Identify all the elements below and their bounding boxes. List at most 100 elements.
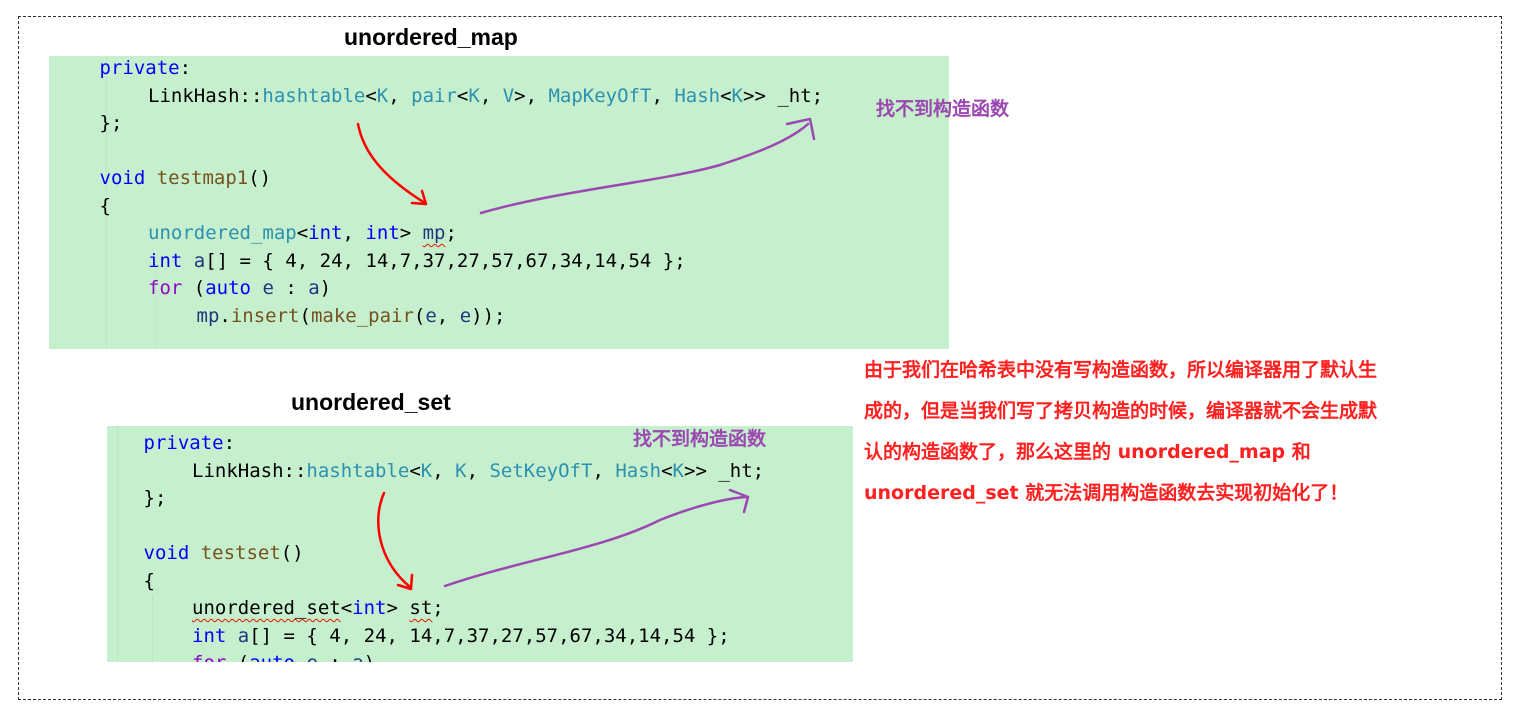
explanation-line: 成的，但是当我们写了拷贝构造的时候，编译器就不会生成默 xyxy=(864,400,1378,422)
code-token: , xyxy=(592,459,616,482)
code-line: void testmap1() xyxy=(100,165,272,192)
code-token: LinkHash:: xyxy=(148,84,263,107)
code-token: a xyxy=(352,652,363,662)
code-line: unordered_map<int, int> mp; xyxy=(148,220,457,247)
code-token: hashtable xyxy=(306,459,410,482)
code-line: for (auto e : a) xyxy=(148,275,331,302)
code-token: () xyxy=(280,542,304,564)
code-token: ) xyxy=(319,277,332,299)
code-token: ; xyxy=(432,597,444,619)
code-token: ; xyxy=(445,222,457,244)
code-token: void xyxy=(143,542,190,564)
code-line: for (auto e : a) xyxy=(192,650,375,662)
code-token: SetKeyOfT xyxy=(489,459,593,482)
code-token: e xyxy=(306,652,317,662)
code-line: }; xyxy=(144,485,167,512)
code-token: K xyxy=(672,459,684,482)
code-token: a xyxy=(308,277,320,299)
code-token: , xyxy=(388,84,412,107)
code-token: a xyxy=(237,624,250,647)
code-token: >, xyxy=(514,84,549,107)
code-token: < xyxy=(296,222,309,244)
explanation-line: 由于我们在哈希表中没有写构造函数，所以编译器用了默认生 xyxy=(864,359,1378,381)
code-token: ( xyxy=(413,304,426,327)
code-token: [] = { 4, 24, 14,7,37,27,57,67,34,14,54 … xyxy=(205,249,686,272)
code-token: }; xyxy=(99,112,123,134)
code-token: < xyxy=(456,84,469,107)
code-token: , xyxy=(432,459,456,482)
code-token: >> _ht; xyxy=(684,459,765,482)
code-token: < xyxy=(720,84,732,107)
code-line: int a[] = { 4, 24, 14,7,37,27,57,67,34,1… xyxy=(192,623,730,650)
code-token: unordered_map xyxy=(148,222,297,244)
code-token: testmap1 xyxy=(156,167,249,189)
map-section-title: unordered_map xyxy=(344,24,518,50)
code-line: { xyxy=(100,193,111,220)
code-token: int xyxy=(308,222,343,244)
code-token: mp xyxy=(196,304,220,327)
code-token: Hash xyxy=(615,459,662,482)
code-token: > xyxy=(386,597,410,619)
code-token: ( xyxy=(226,652,249,662)
code-line: { xyxy=(144,568,155,595)
map-code-panel: private: LinkHash::hashtable<K, pair<K, V… xyxy=(49,56,949,349)
code-token: st xyxy=(409,597,433,619)
code-token: make_pair xyxy=(310,304,414,327)
code-token: , xyxy=(466,459,490,482)
code-token: K xyxy=(468,84,480,107)
code-token: auto xyxy=(249,652,295,662)
code-token: , xyxy=(342,222,366,244)
code-token: , xyxy=(479,84,503,107)
code-line: LinkHash::hashtable<K, pair<K, V>, MapKe… xyxy=(148,83,823,110)
code-token: pair xyxy=(411,84,457,107)
code-token: < xyxy=(365,84,377,107)
set-note: 找不到构造函数 xyxy=(633,428,767,450)
code-token: < xyxy=(409,459,421,482)
code-token: private xyxy=(143,432,224,454)
explanation-line: unordered_set 就无法调用构造函数去实现初始化了！ xyxy=(864,482,1349,504)
code-line: private: xyxy=(144,430,236,457)
code-token: testset xyxy=(200,542,281,564)
code-token: for xyxy=(148,277,183,299)
code-token: a xyxy=(193,249,206,272)
code-token: , xyxy=(436,304,460,327)
indent-guide xyxy=(152,596,153,662)
code-line: }; xyxy=(100,110,123,137)
code-token: e xyxy=(425,304,437,327)
code-token: K xyxy=(455,459,467,482)
code-token: mp xyxy=(422,222,446,244)
code-token: insert xyxy=(230,304,300,327)
code-token: private xyxy=(99,57,180,79)
code-token: unordered_set xyxy=(192,597,341,619)
code-token: int xyxy=(192,624,227,647)
code-token: < xyxy=(340,597,353,619)
code-line: void testset() xyxy=(144,540,304,567)
code-token: { xyxy=(143,569,155,592)
code-line: unordered_set<int> st; xyxy=(192,595,444,622)
code-token: hashtable xyxy=(262,84,366,107)
code-token: () xyxy=(248,167,272,189)
set-section-title: unordered_set xyxy=(291,389,451,415)
code-token: . xyxy=(219,304,231,327)
code-token: , xyxy=(651,84,675,107)
code-token: K xyxy=(376,84,389,107)
code-token: K xyxy=(731,84,743,107)
code-token: : xyxy=(273,277,309,299)
indent-guide xyxy=(117,426,118,662)
code-token: : xyxy=(179,57,192,79)
code-token: e xyxy=(262,277,274,299)
code-token: [] = { 4, 24, 14,7,37,27,57,67,34,14,54 … xyxy=(249,624,730,647)
code-token: e xyxy=(459,304,472,327)
code-token: int xyxy=(352,597,387,619)
code-token: LinkHash:: xyxy=(192,459,307,482)
explanation-line: 认的构造函数了，那么这里的 unordered_map 和 xyxy=(864,441,1311,463)
code-token: for xyxy=(192,652,226,662)
map-note: 找不到构造函数 xyxy=(876,98,1010,120)
code-line: LinkHash::hashtable< K, K, SetKeyOfT, Has… xyxy=(192,458,764,485)
code-line: private: xyxy=(100,56,192,82)
